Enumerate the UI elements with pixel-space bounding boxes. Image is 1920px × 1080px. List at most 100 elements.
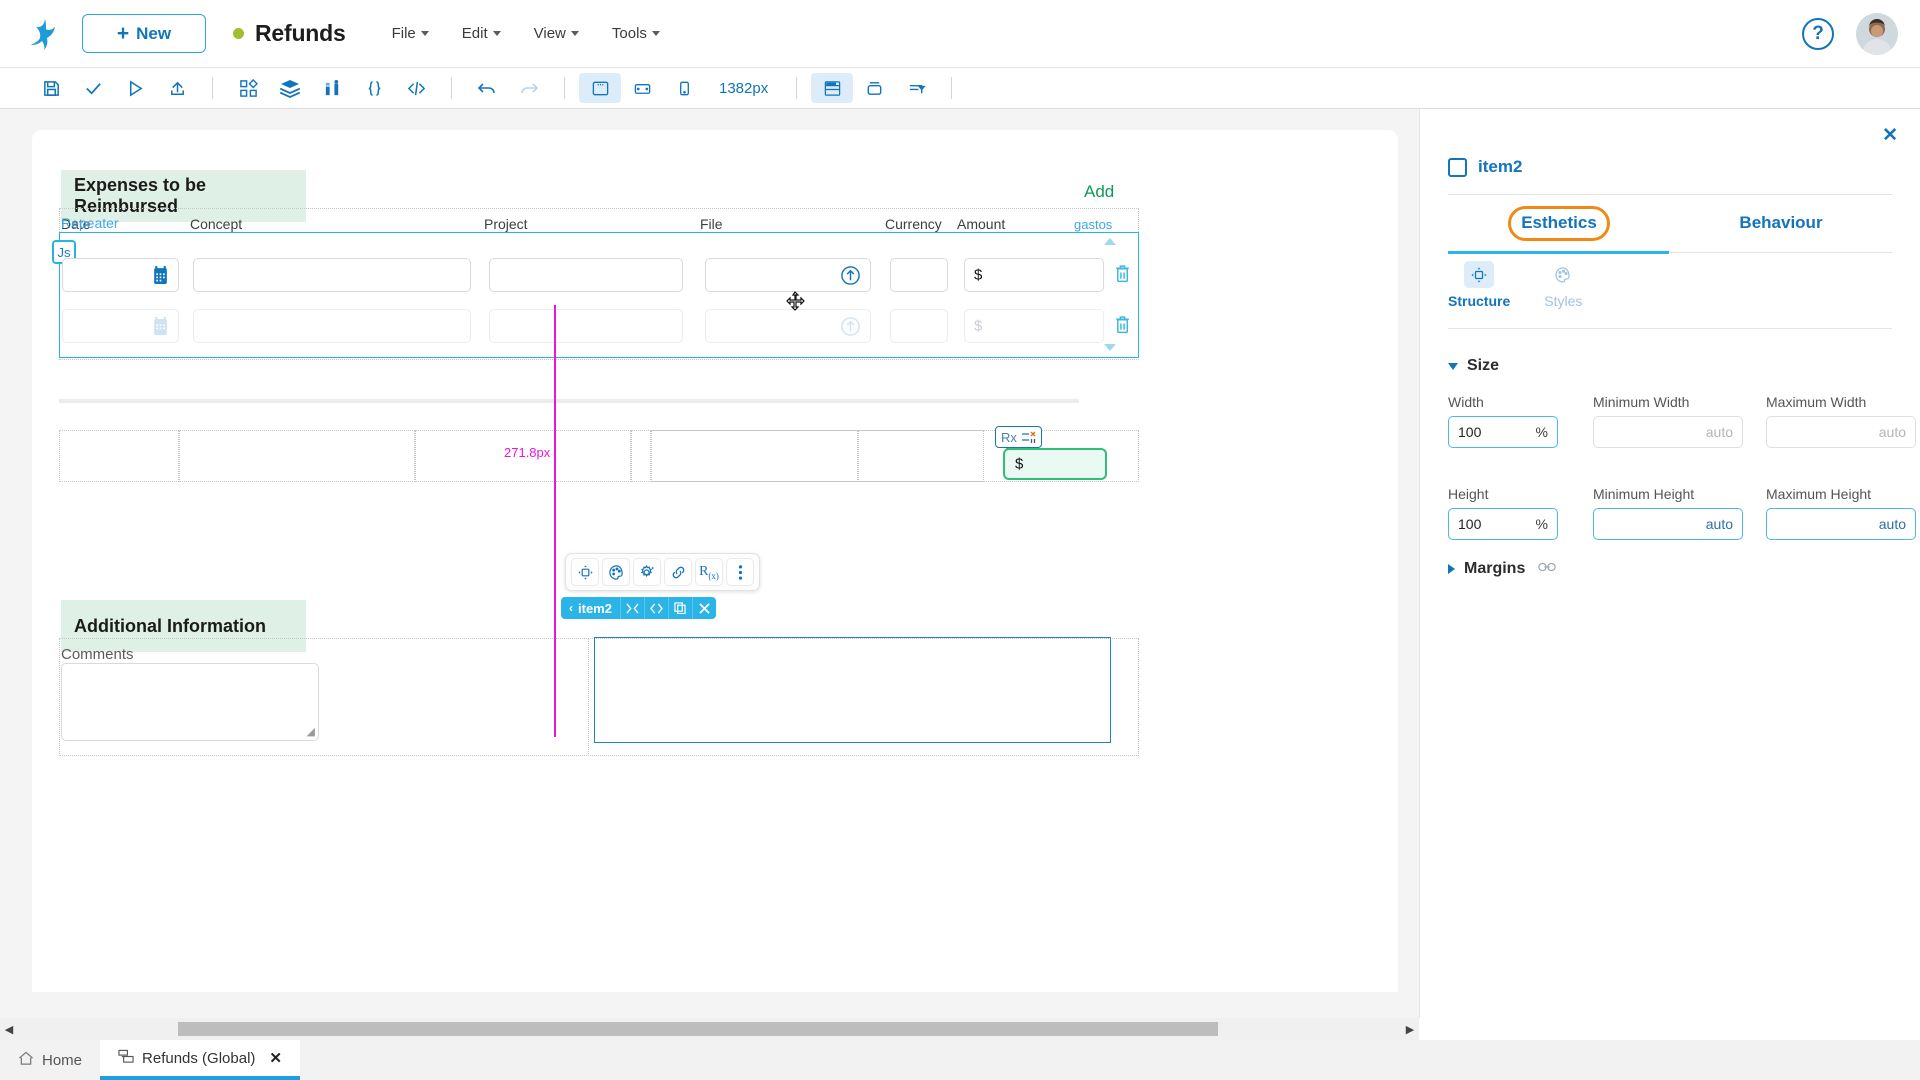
field-width-label: Width	[1448, 394, 1558, 410]
row1-amount-field[interactable]: $	[964, 258, 1104, 292]
frog-logo-icon[interactable]	[22, 11, 68, 57]
total-cell-6	[858, 430, 984, 482]
more-button[interactable]	[726, 558, 754, 586]
subtab-structure[interactable]: Structure	[1448, 261, 1510, 309]
row2-concept-field[interactable]	[193, 309, 471, 343]
delete-button[interactable]	[692, 597, 716, 619]
total-cell-5	[651, 430, 858, 482]
minimum-width-input[interactable]: auto	[1593, 416, 1743, 448]
menu-tools[interactable]: Tools	[612, 25, 660, 42]
user-avatar[interactable]	[1856, 13, 1898, 55]
tab-behaviour[interactable]: Behaviour	[1670, 195, 1892, 251]
tab-esthetics[interactable]: Esthetics	[1511, 209, 1607, 238]
total-cell-1	[59, 430, 179, 482]
link-chain-icon[interactable]	[1538, 560, 1556, 578]
margins-section-toggle[interactable]: Margins	[1448, 560, 1556, 578]
resize-handle-bottom[interactable]	[1104, 344, 1116, 351]
structure-button[interactable]	[571, 558, 599, 586]
row2-currency-field[interactable]	[890, 309, 948, 343]
comments-textarea[interactable]: ◢	[61, 663, 319, 741]
save-button[interactable]	[30, 73, 72, 103]
duplicate-button[interactable]	[668, 597, 692, 619]
plus-icon: +	[117, 23, 129, 44]
menu-file[interactable]: File	[392, 25, 429, 42]
maximum-width-placeholder: auto	[1879, 424, 1906, 440]
width-input[interactable]: 100 %	[1448, 416, 1558, 448]
formula-button[interactable]: R(x)	[695, 558, 723, 586]
add-expense-link[interactable]: Add	[1084, 182, 1114, 202]
menu-view[interactable]: View	[534, 25, 579, 42]
run-button[interactable]	[114, 73, 156, 103]
formula-rx-icon: R(x)	[699, 564, 719, 581]
item2-tag-label: item2	[578, 601, 612, 616]
close-panel-button[interactable]: ✕	[1882, 124, 1898, 147]
code-button[interactable]	[644, 597, 668, 619]
layers-button[interactable]	[269, 73, 311, 103]
scrollbar-thumb[interactable]	[178, 1022, 1218, 1036]
menu-file-label: File	[392, 25, 416, 42]
data-model-button[interactable]	[311, 73, 353, 103]
maximum-width-input[interactable]: auto	[1766, 416, 1916, 448]
resize-handle-top[interactable]	[1104, 238, 1116, 245]
close-icon[interactable]: ✕	[269, 1049, 282, 1067]
menu-edit[interactable]: Edit	[462, 25, 501, 42]
application-window: + New Refunds File Edit View Tools	[0, 0, 1920, 1080]
size-section-toggle[interactable]: Size	[1448, 357, 1499, 375]
canvas-horizontal-scrollbar[interactable]: ◀ ▶	[0, 1018, 1419, 1040]
row2-date-field[interactable]	[62, 309, 179, 343]
scroll-right-arrow[interactable]: ▶	[1401, 1023, 1419, 1036]
settings-button[interactable]	[633, 558, 661, 586]
subtab-styles[interactable]: Styles	[1544, 261, 1582, 309]
align-button[interactable]	[895, 73, 937, 103]
toolbar-divider	[951, 77, 952, 99]
row2-amount-field[interactable]: $	[964, 309, 1104, 343]
calendar-icon[interactable]	[152, 317, 169, 341]
undo-button[interactable]	[466, 73, 508, 103]
viewport-desktop-button[interactable]	[579, 73, 621, 103]
viewport-mobile-button[interactable]	[663, 73, 705, 103]
scroll-left-arrow[interactable]: ◀	[0, 1023, 18, 1036]
top-bar-right: ?	[1802, 13, 1898, 55]
resize-grip-icon[interactable]: ◢	[307, 725, 315, 738]
link-button[interactable]	[664, 558, 692, 586]
source-code-button[interactable]	[395, 73, 437, 103]
upload-icon[interactable]	[840, 265, 861, 291]
row1-currency-field[interactable]	[890, 258, 948, 292]
redo-button[interactable]	[508, 73, 550, 103]
checkbox-unchecked-icon[interactable]	[1448, 158, 1467, 177]
row1-concept-field[interactable]	[193, 258, 471, 292]
total-amount-field[interactable]: $	[1003, 448, 1107, 480]
bottom-tab-refunds[interactable]: Refunds (Global) ✕	[100, 1040, 300, 1080]
row1-date-field[interactable]	[62, 258, 179, 292]
row2-project-field[interactable]	[489, 309, 683, 343]
calendar-icon[interactable]	[152, 266, 169, 290]
components-button[interactable]	[227, 73, 269, 103]
column-header-file: File	[700, 216, 723, 232]
new-button[interactable]: + New	[82, 14, 206, 53]
minimum-height-input[interactable]: auto	[1593, 508, 1743, 540]
container-button[interactable]	[853, 73, 895, 103]
styles-button[interactable]	[602, 558, 630, 586]
validate-button[interactable]	[72, 73, 114, 103]
viewport-tablet-button[interactable]	[621, 73, 663, 103]
total-formula-badge[interactable]: Rx	[995, 426, 1042, 448]
publish-button[interactable]	[156, 73, 198, 103]
row1-file-field[interactable]	[705, 258, 871, 292]
row2-delete-button[interactable]	[1114, 315, 1131, 339]
chevron-down-icon	[571, 31, 579, 36]
scrollbar-track[interactable]	[18, 1022, 1401, 1036]
form-layout-button[interactable]	[811, 73, 853, 103]
total-cell-2	[179, 430, 415, 482]
collapse-button[interactable]	[620, 597, 644, 619]
expressions-button[interactable]	[353, 73, 395, 103]
row1-project-field[interactable]	[489, 258, 683, 292]
bottom-tab-home[interactable]: Home	[0, 1040, 100, 1080]
help-question-icon[interactable]: ?	[1802, 18, 1834, 50]
height-input[interactable]: 100 %	[1448, 508, 1558, 540]
item2-selection-outline[interactable]	[594, 637, 1111, 743]
row1-delete-button[interactable]	[1114, 264, 1131, 288]
upload-icon[interactable]	[840, 316, 861, 342]
maximum-height-input[interactable]: auto	[1766, 508, 1916, 540]
design-canvas[interactable]: Expenses to be Reimbursed Add Date Repea…	[0, 109, 1419, 1018]
item2-parent-nav[interactable]: ‹ item2	[561, 597, 620, 619]
